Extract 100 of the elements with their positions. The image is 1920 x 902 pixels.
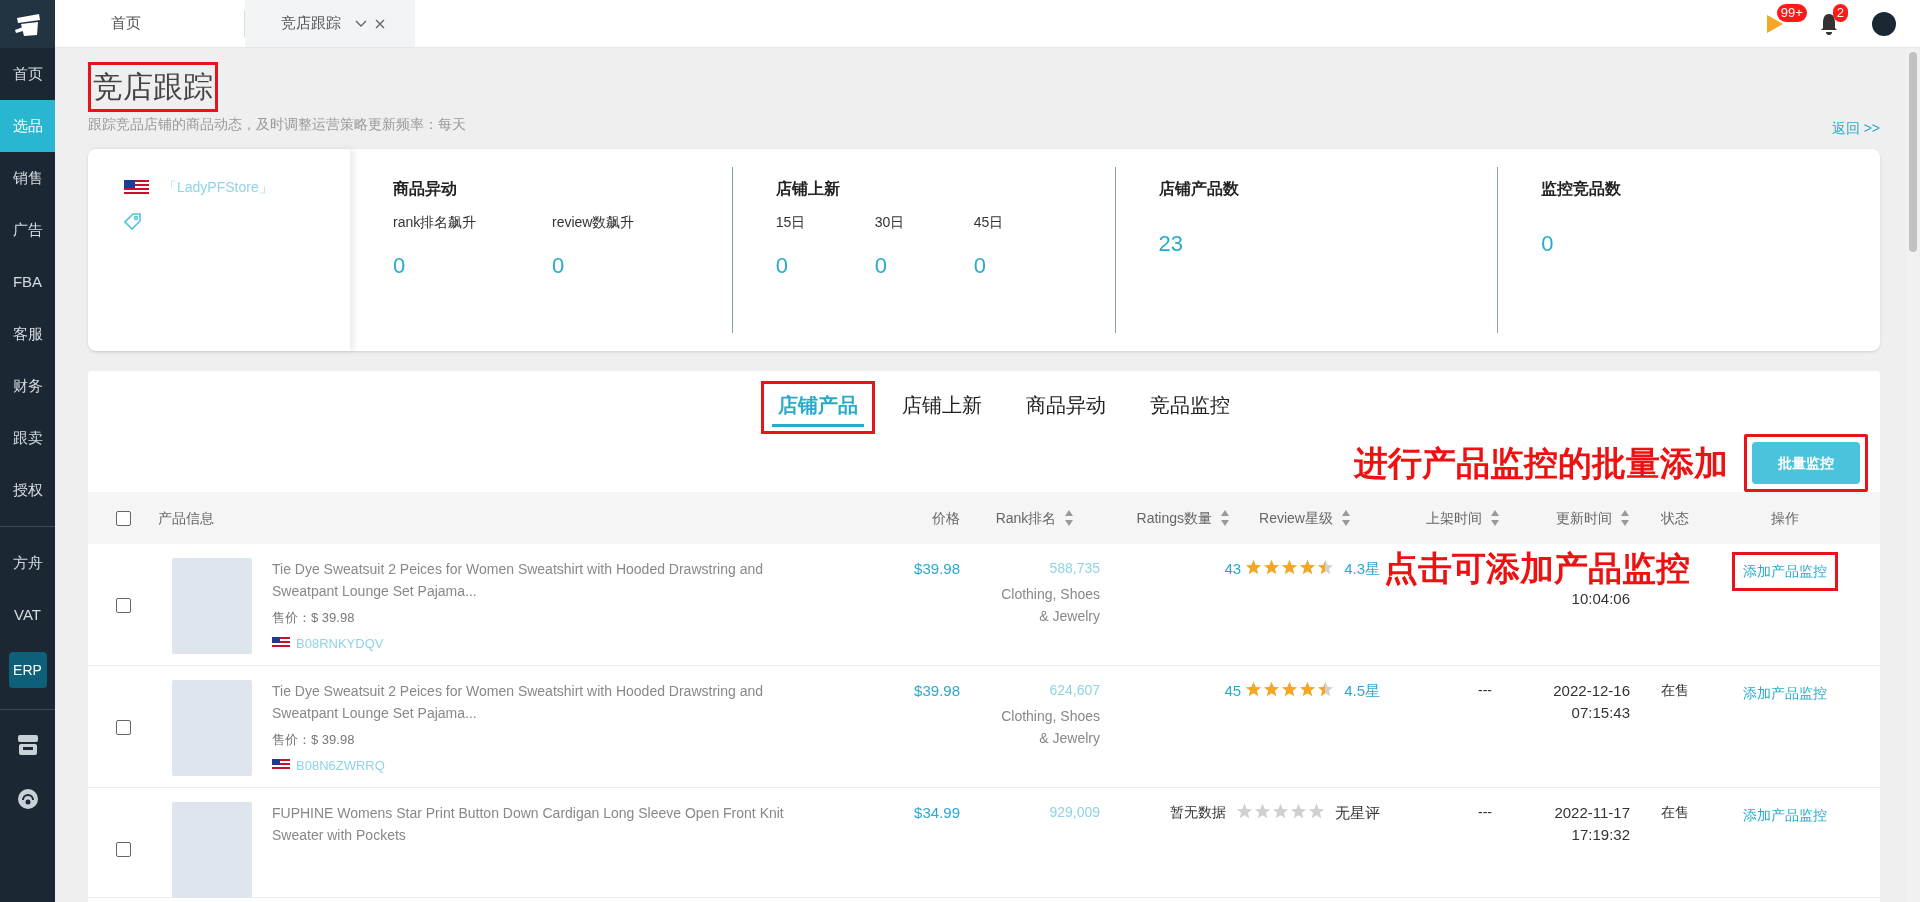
sale-price: 售价：$ 39.98 <box>272 731 356 749</box>
stat-title: 监控竞品数 <box>1541 179 1623 199</box>
checkbox[interactable] <box>115 842 131 857</box>
category: Clothing, Shoes & Jewelry <box>1000 585 1100 626</box>
product-title[interactable]: Tie Dye Sweatsuit 2 Peices for Women Sweatshirt with Hooded Drawstring and Sweatpant Lounge Set Pajama... <box>272 680 832 724</box>
stat-value: 0 <box>973 252 986 280</box>
product-title[interactable]: Tie Dye Sweatsuit 2 Peices for Women Sweatshirt with Hooded Drawstring and Sweatpant Lounge Set Pajama... <box>272 558 832 602</box>
support-icon[interactable] <box>16 788 39 810</box>
sidebar-item[interactable]: 跟卖 <box>0 412 55 464</box>
star-icon <box>1308 803 1325 820</box>
column-header[interactable]: Review星级 <box>1259 507 1351 529</box>
add-monitor-link[interactable]: 添加产品监控 <box>1732 796 1838 835</box>
sidebar-item[interactable]: 授权 <box>0 464 55 516</box>
us-flag-icon <box>124 179 149 196</box>
stat-value: 0 <box>1541 230 1554 258</box>
page-title: 竞店跟踪 <box>88 62 218 112</box>
stat-title: 店铺上新 <box>775 179 841 199</box>
stat-value: 0 <box>775 252 788 280</box>
chevron-down-icon[interactable] <box>355 19 367 28</box>
star-icon <box>1290 803 1307 820</box>
sort-icon[interactable] <box>1490 509 1500 527</box>
us-flag-icon <box>272 637 290 650</box>
price: $39.98 <box>914 560 960 577</box>
close-icon[interactable] <box>375 18 385 29</box>
star-icon <box>1299 559 1317 576</box>
star-icon <box>1317 559 1335 576</box>
sidebar-item[interactable]: 财务 <box>0 360 55 412</box>
product-title[interactable]: FUPHINE Womens Star Print Button Down Cardigan Long Sleeve Open Front Knit Sweater with Pockets <box>272 802 832 846</box>
sidebar-item[interactable]: VAT <box>0 589 55 641</box>
price: $34.99 <box>914 804 960 821</box>
notification-count: 2 <box>1832 3 1848 22</box>
sort-icon[interactable] <box>1064 509 1075 527</box>
column-header: 状态 <box>1661 508 1689 528</box>
update-time: 10:04:06 <box>1571 589 1630 609</box>
sort-icon[interactable] <box>1620 509 1630 527</box>
rating-text: 4.5星 <box>1344 681 1380 701</box>
category: Clothing, Shoes & Jewelry <box>1000 707 1100 748</box>
update-date: 2022-11-17 <box>1554 803 1630 823</box>
sidebar-item[interactable]: 首页 <box>0 48 55 100</box>
avatar[interactable] <box>1872 11 1896 36</box>
sidebar-item[interactable]: 广告 <box>0 204 55 256</box>
sidebar-item[interactable]: FBA <box>0 256 55 308</box>
no-data-text: 暂无数据 <box>1170 803 1226 822</box>
stat-label: 45日 <box>973 213 1005 231</box>
ratings-count: 45 <box>1224 681 1242 701</box>
tab[interactable]: 竞店跟踪 <box>281 12 341 35</box>
sort-icon[interactable] <box>1340 509 1351 527</box>
column-header[interactable]: Ratings数量 <box>1136 507 1230 529</box>
ratings-count: 43 <box>1224 559 1242 579</box>
stat-label: review数飙升 <box>552 213 636 231</box>
sale-price: 售价：$ 39.98 <box>272 609 356 627</box>
listing-date: --- <box>1478 804 1492 820</box>
add-monitor-link[interactable]: 添加产品监控 <box>1732 674 1838 713</box>
update-date: 2022-12-16 <box>1553 681 1630 701</box>
star-icon <box>1281 681 1299 698</box>
column-header[interactable]: 上架时间 <box>1426 507 1500 529</box>
page-description: 跟踪竞品店铺的商品动态，及时调整运营策略更新频率：每天 <box>88 115 466 134</box>
star-icon <box>1236 803 1253 820</box>
rating-text: 无星评 <box>1335 803 1380 823</box>
star-icon <box>1263 681 1281 698</box>
tab[interactable]: 店铺上新 <box>885 381 999 434</box>
notification-count: 99+ <box>1776 3 1807 22</box>
tab[interactable]: 商品异动 <box>1009 381 1123 434</box>
star-icon <box>1245 559 1263 576</box>
update-time: 07:15:43 <box>1571 703 1630 723</box>
erp-button[interactable]: ERP <box>8 652 47 688</box>
checkbox[interactable] <box>115 598 131 613</box>
checkbox[interactable] <box>115 510 131 526</box>
star-icon <box>1281 559 1299 576</box>
add-monitor-link[interactable]: 添加产品监控 <box>1732 552 1838 591</box>
rating-text: 4.3星 <box>1344 559 1380 579</box>
stat-label: 30日 <box>874 213 906 231</box>
annotation-text: 进行产品监控的批量添加 <box>1354 443 1728 484</box>
sidebar-item[interactable]: 方舟 <box>0 537 55 589</box>
column-header[interactable]: Rank排名 <box>995 507 1075 529</box>
column-header: 操作 <box>1771 508 1799 528</box>
sort-icon[interactable] <box>1220 509 1230 527</box>
status: 在售 <box>1661 682 1689 698</box>
star-icon <box>1245 681 1263 698</box>
sidebar-item[interactable]: 客服 <box>0 308 55 360</box>
listing-date: --- <box>1478 682 1492 698</box>
stat-label: 15日 <box>775 213 807 231</box>
column-header: 价格 <box>932 508 960 528</box>
star-icon <box>1299 681 1317 698</box>
status: 在售 <box>1661 804 1689 820</box>
stat-title: 店铺产品数 <box>1158 179 1240 199</box>
update-time: 17:19:32 <box>1571 825 1630 845</box>
checkbox[interactable] <box>115 720 131 735</box>
tab[interactable]: 竞品监控 <box>1133 381 1247 434</box>
us-flag-icon <box>272 759 290 772</box>
sidebar-item[interactable]: 销售 <box>0 152 55 204</box>
column-header[interactable]: 更新时间 <box>1556 507 1630 529</box>
column-header: 产品信息 <box>158 508 214 528</box>
stat-value: 0 <box>393 252 406 280</box>
stat-label: rank排名飙升 <box>393 213 478 231</box>
stat-value: 23 <box>1158 230 1183 258</box>
tab[interactable]: 首页 <box>111 12 141 35</box>
star-icon <box>1254 803 1271 820</box>
store-icon[interactable] <box>15 734 40 756</box>
price: $39.98 <box>914 682 960 699</box>
